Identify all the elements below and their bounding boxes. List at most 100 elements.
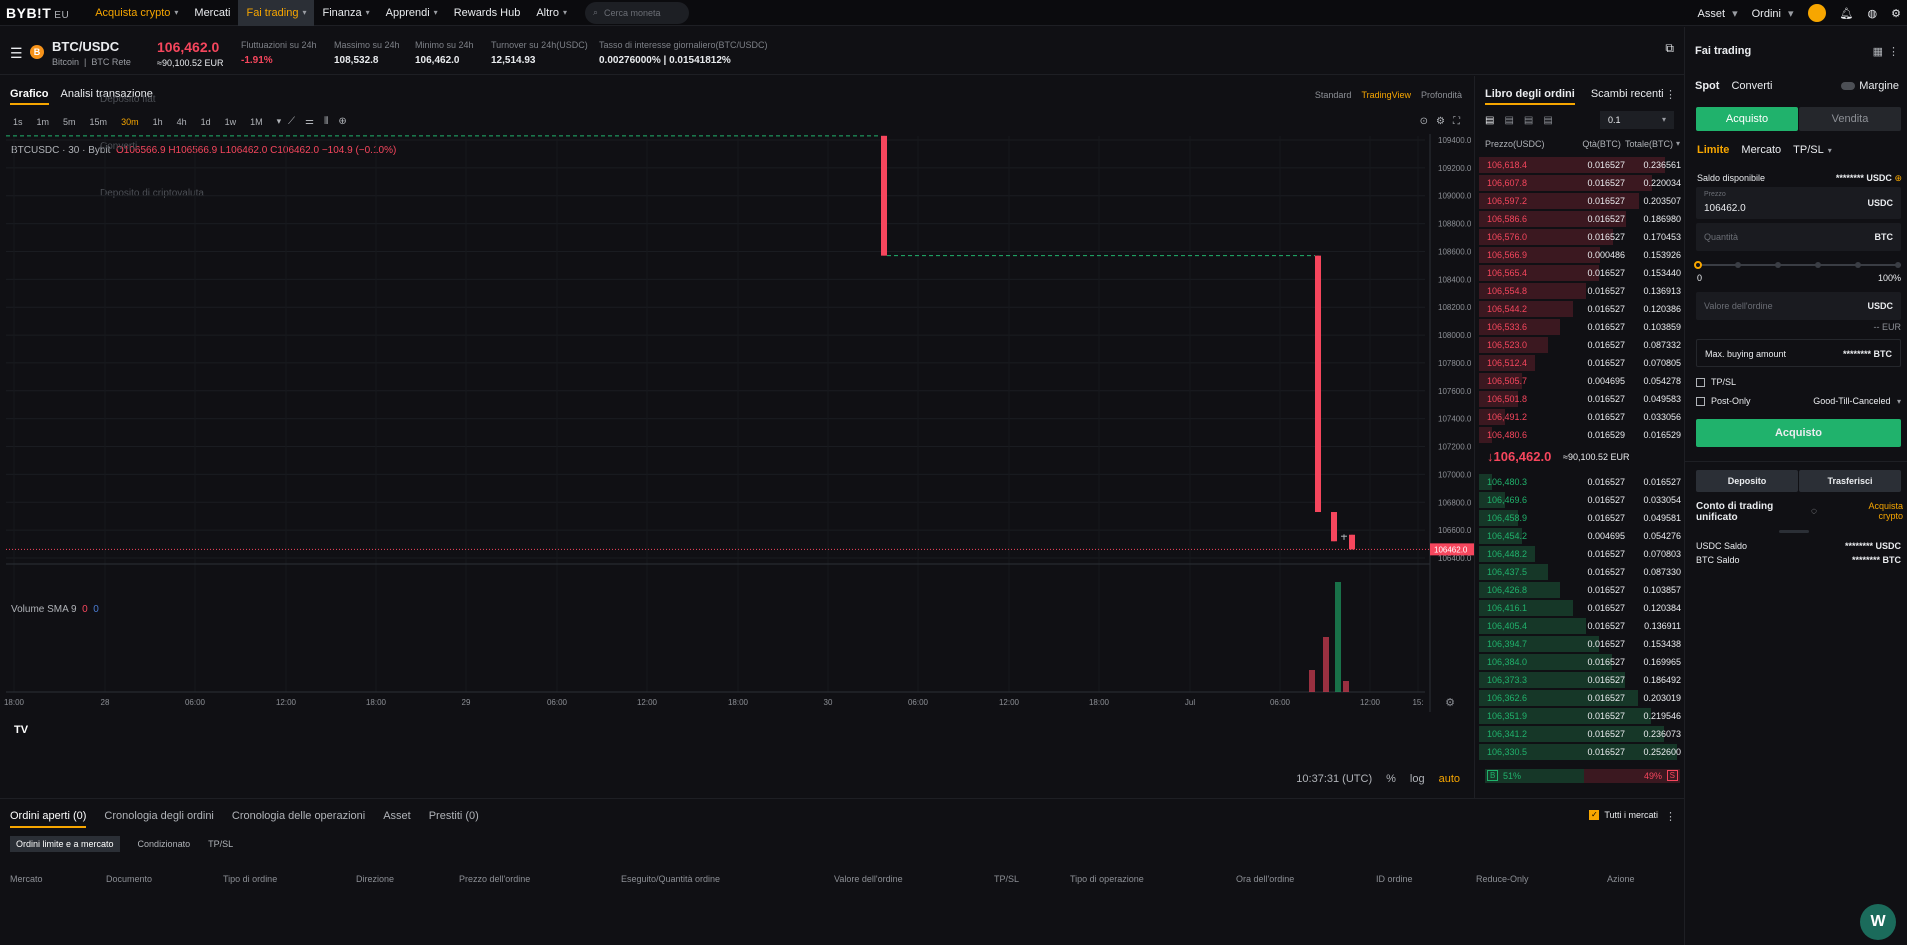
time-in-force-select[interactable]: Good-Till-Canceled ▾ — [1813, 396, 1901, 406]
order-type-tab[interactable]: TP/SL ▾ — [1793, 144, 1832, 156]
search-input[interactable]: ⌕ Cerca moneta — [584, 1, 689, 24]
calculator-icon[interactable]: ▦ — [1873, 45, 1883, 58]
orders-more-icon[interactable]: ⋮ — [1665, 810, 1676, 823]
chart-view-option[interactable]: Standard — [1315, 90, 1352, 100]
timeframe-option[interactable]: 1m — [37, 117, 50, 127]
slider-step[interactable] — [1735, 262, 1741, 268]
timeframe-option[interactable]: 5m — [63, 117, 76, 127]
auto-scale-toggle[interactable]: auto — [1439, 773, 1460, 785]
transfer-button[interactable]: Trasferisci — [1799, 470, 1901, 492]
trade-segment[interactable]: Converti — [1731, 80, 1772, 92]
ask-row[interactable]: 106,505.7 0.004695 0.054278 — [1479, 372, 1683, 390]
axis-settings-icon[interactable]: ⚙ — [1445, 696, 1455, 709]
bid-row[interactable]: 106,469.6 0.016527 0.033054 — [1479, 491, 1683, 509]
ask-row[interactable]: 106,597.2 0.016527 0.203507 — [1479, 192, 1683, 210]
tpsl-checkbox[interactable]: TP/SL — [1696, 377, 1736, 387]
slider-handle[interactable] — [1694, 261, 1702, 269]
nav-item-6[interactable]: Altro ▾ — [528, 0, 575, 26]
settings-icon[interactable]: ⚙ — [1436, 116, 1445, 127]
ask-row[interactable]: 106,607.8 0.016527 0.220034 — [1479, 174, 1683, 192]
bid-row[interactable]: 106,448.2 0.016527 0.070803 — [1479, 545, 1683, 563]
orderbook-tab[interactable]: Libro degli ordini — [1485, 88, 1575, 105]
ask-row[interactable]: 106,554.8 0.016527 0.136913 — [1479, 282, 1683, 300]
order-type-tab[interactable]: Limite — [1697, 144, 1729, 156]
candle-type-icon[interactable]: ⦀ — [324, 116, 328, 127]
sell-tab[interactable]: Vendita — [1799, 107, 1901, 131]
camera-icon[interactable]: ⊙ — [1420, 116, 1428, 127]
orders-subtab[interactable]: Ordini limite e a mercato — [10, 836, 120, 852]
ask-row[interactable]: 106,501.8 0.016527 0.049583 — [1479, 390, 1683, 408]
nav-item-0[interactable]: Acquista crypto ▾ — [87, 0, 186, 26]
orders-tab[interactable]: Cronologia delle operazioni — [232, 810, 365, 828]
bid-row[interactable]: 106,330.5 0.016527 0.252600 — [1479, 743, 1683, 761]
post-only-checkbox[interactable]: Post-Only — [1696, 396, 1751, 406]
orders-tab[interactable]: Prestiti (0) — [429, 810, 479, 828]
ask-row[interactable]: 106,533.6 0.016527 0.103859 — [1479, 318, 1683, 336]
nav-item-3[interactable]: Finanza ▾ — [314, 0, 377, 26]
ask-row[interactable]: 106,566.9 0.000486 0.153926 — [1479, 246, 1683, 264]
orders-tab[interactable]: Ordini aperti (0) — [10, 810, 87, 828]
more-icon[interactable]: ⋮ — [1665, 88, 1676, 101]
nav-item-2[interactable]: Fai trading ▾ — [238, 0, 315, 26]
nav-item-4[interactable]: Apprendi ▾ — [378, 0, 446, 26]
timeframe-option[interactable]: 1s — [13, 117, 23, 127]
orders-tab[interactable]: Asset — [383, 810, 411, 828]
ask-row[interactable]: 106,480.6 0.016529 0.016529 — [1479, 426, 1683, 444]
bid-row[interactable]: 106,426.8 0.016527 0.103857 — [1479, 581, 1683, 599]
bid-row[interactable]: 106,341.2 0.016527 0.236073 — [1479, 725, 1683, 743]
chart-view-option[interactable]: Profondità — [1421, 90, 1462, 100]
hide-balance-icon[interactable]: ◌ — [1811, 506, 1817, 517]
deposit-button[interactable]: Deposito — [1696, 470, 1798, 492]
trade-segment[interactable]: Spot — [1695, 80, 1719, 92]
ask-row[interactable]: 106,491.2 0.016527 0.033056 — [1479, 408, 1683, 426]
ask-row[interactable]: 106,565.4 0.016527 0.153440 — [1479, 264, 1683, 282]
chart-settings-icon[interactable]: ⚌ — [305, 116, 314, 127]
bell-icon[interactable]: 🔔︎ — [1840, 7, 1854, 20]
slider-step[interactable] — [1855, 262, 1861, 268]
quantity-input[interactable]: Quantità BTC — [1696, 223, 1901, 251]
more-options-icon[interactable]: ⋮ — [1888, 45, 1899, 58]
trading-pair[interactable]: BTC/USDC — [52, 39, 119, 54]
avatar[interactable] — [1807, 4, 1826, 22]
log-scale-toggle[interactable]: log — [1410, 773, 1425, 785]
orders-subtab[interactable]: Condizionato — [138, 839, 191, 852]
add-icon[interactable]: ⊕ — [338, 116, 346, 127]
chat-support-icon[interactable]: W — [1860, 904, 1896, 940]
ask-row[interactable]: 106,618.4 0.016527 0.236561 — [1479, 156, 1683, 174]
timeframe-option[interactable]: 1w — [225, 117, 237, 127]
bid-row[interactable]: 106,384.0 0.016527 0.169965 — [1479, 653, 1683, 671]
bybit-logo[interactable]: BYB!T EU — [6, 5, 69, 21]
bid-row[interactable]: 106,351.9 0.016527 0.219546 — [1479, 707, 1683, 725]
bid-row[interactable]: 106,480.3 0.016527 0.016527 — [1479, 473, 1683, 491]
nav-item-5[interactable]: Rewards Hub — [446, 0, 529, 26]
nav-item-1[interactable]: Mercati — [186, 0, 238, 26]
percent-scale-toggle[interactable]: % — [1386, 773, 1396, 785]
bid-row[interactable]: 106,405.4 0.016527 0.136911 — [1479, 617, 1683, 635]
chart-tab[interactable]: Grafico — [10, 88, 49, 105]
bid-row[interactable]: 106,454.2 0.004695 0.054276 — [1479, 527, 1683, 545]
slider-step[interactable] — [1775, 262, 1781, 268]
indicator-icon[interactable]: ⟋ — [288, 116, 295, 127]
gear-icon[interactable]: ⚙ — [1891, 7, 1901, 20]
bid-row[interactable]: 106,437.5 0.016527 0.087330 — [1479, 563, 1683, 581]
precision-select[interactable]: 0.1 ▾ — [1600, 111, 1674, 129]
bid-row[interactable]: 106,458.9 0.016527 0.049581 — [1479, 509, 1683, 527]
submit-buy-button[interactable]: Acquisto — [1696, 419, 1901, 447]
book-asks-icon[interactable]: ▤ — [1524, 115, 1533, 126]
buy-tab[interactable]: Acquisto — [1696, 107, 1798, 131]
book-both-icon[interactable]: ▤ — [1485, 115, 1494, 126]
order-type-tab[interactable]: Mercato — [1741, 144, 1781, 156]
buy-crypto-link[interactable]: Acquista crypto — [1861, 501, 1903, 521]
hamburger-menu-icon[interactable]: ☰ — [10, 45, 23, 62]
asset-menu[interactable]: Asset ▾ — [1698, 7, 1738, 20]
globe-icon[interactable]: ◍ — [1868, 7, 1878, 20]
ask-row[interactable]: 106,512.4 0.016527 0.070805 — [1479, 354, 1683, 372]
ask-row[interactable]: 106,544.2 0.016527 0.120386 — [1479, 300, 1683, 318]
bid-row[interactable]: 106,373.3 0.016527 0.186492 — [1479, 671, 1683, 689]
ask-row[interactable]: 106,586.6 0.016527 0.186980 — [1479, 210, 1683, 228]
all-markets-checkbox[interactable]: ✓ Tutti i mercati — [1589, 810, 1658, 820]
slider-step[interactable] — [1815, 262, 1821, 268]
price-input[interactable]: Prezzo 106462.0 USDC — [1696, 187, 1901, 219]
amount-slider[interactable] — [1696, 264, 1901, 266]
orderbook-tab[interactable]: Scambi recenti — [1591, 88, 1664, 105]
